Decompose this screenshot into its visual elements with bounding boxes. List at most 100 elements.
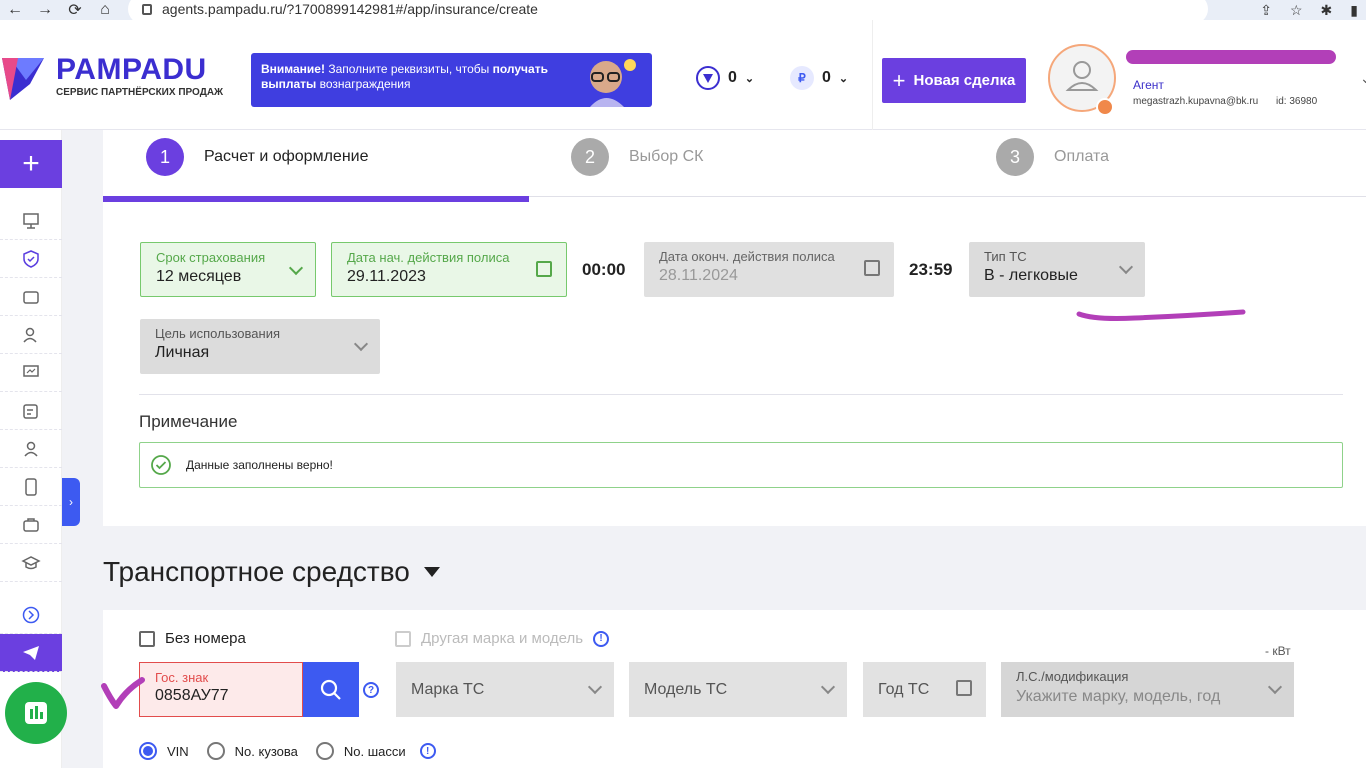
reload-icon[interactable]: ⟳ (60, 0, 90, 20)
mascot-illustration (590, 59, 636, 107)
note-title: Примечание (139, 412, 238, 431)
sidebar-item-list-add[interactable] (0, 392, 62, 430)
year-field[interactable]: Год ТС (863, 662, 986, 717)
modification-label: Л.С./модификация (1016, 669, 1129, 684)
share-icon[interactable]: ⇪ (1260, 2, 1272, 19)
step-2-label: Выбор СК (629, 148, 704, 165)
new-deal-button[interactable]: + Новая сделка (882, 58, 1026, 103)
note-divider (139, 394, 1343, 395)
plate-number-label: Гос. знак (155, 670, 209, 685)
logo[interactable]: PAMPADU СЕРВИС ПАРТНЁРСКИХ ПРОДАЖ (0, 50, 223, 102)
shield-counter-value: 0 (728, 69, 737, 86)
vehicle-section-header[interactable]: Транспортное средство (103, 556, 440, 588)
step-3[interactable]: 3 Оплата (996, 138, 1109, 176)
info-icon[interactable]: ! (419, 743, 436, 759)
vehicle-type-select[interactable]: Тип ТС B - легковые (969, 242, 1145, 297)
insurance-term-select[interactable]: Срок страхования 12 месяцев (140, 242, 316, 297)
sidebar-item-presentation[interactable] (0, 354, 62, 392)
sidebar: + (0, 130, 67, 768)
list-add-icon (23, 403, 38, 419)
sidebar-add-button[interactable]: + (0, 140, 62, 188)
plate-search-button[interactable] (303, 662, 359, 717)
vehicle-type-label: Тип ТС (984, 249, 1027, 264)
step-2[interactable]: 2 Выбор СК (571, 138, 703, 176)
help-icon[interactable]: ? (363, 682, 379, 698)
user-menu-chevron-icon[interactable]: ⌄ (1360, 70, 1366, 87)
extensions-icon[interactable]: ✱ (1321, 2, 1333, 19)
user-search-icon (23, 327, 37, 343)
sidebar-item-education[interactable] (0, 544, 62, 582)
start-date-value: 29.11.2023 (347, 268, 426, 285)
no-plate-checkbox[interactable]: Без номера (139, 630, 246, 647)
modification-select: Л.С./модификация Укажите марку, модель, … (1001, 662, 1294, 717)
shield-counter[interactable]: 0 ⌄ (696, 66, 754, 90)
calendar-icon (864, 260, 880, 276)
checkbox-box (395, 630, 411, 647)
annotation-checkmark-scribble (101, 677, 145, 709)
modification-placeholder: Укажите марку, модель, год (1016, 688, 1221, 705)
presentation-icon (23, 364, 39, 377)
calendar-icon[interactable] (536, 261, 552, 277)
note-text: Данные заполнены верно! (186, 458, 333, 472)
plate-number-value: 0858АУ77 (155, 687, 229, 704)
brand-select[interactable]: Марка ТС (396, 662, 614, 717)
chat-widget-button[interactable] (5, 682, 67, 744)
radio-chassis-number[interactable] (315, 742, 334, 760)
banner-text1: Заполните реквизиты, чтобы (324, 62, 493, 76)
sidebar-item-monitor[interactable] (0, 202, 62, 240)
balance-counter-value: 0 (822, 69, 831, 86)
shield-icon (696, 66, 720, 90)
radio-body-number[interactable] (206, 742, 225, 760)
ruble-icon: ₽ (790, 66, 814, 90)
browser-toolbar: ← → ⟳ ⌂ agents.pampadu.ru/?1700899142981… (0, 0, 1366, 24)
sidepanel-icon[interactable]: ▮ (1350, 2, 1358, 19)
sidebar-item-profile[interactable] (0, 430, 62, 468)
plate-number-field[interactable]: Гос. знак 0858АУ77 (139, 662, 303, 717)
sidebar-item-next[interactable] (0, 596, 62, 634)
sidebar-item-briefcase[interactable] (0, 506, 62, 544)
other-brand-label: Другая марка и модель (421, 630, 584, 647)
start-date-label: Дата нач. действия полиса (347, 250, 510, 265)
calendar-icon[interactable] (956, 680, 972, 696)
step-1[interactable]: 1 Расчет и оформление (146, 138, 368, 176)
usage-purpose-select[interactable]: Цель использования Личная (140, 319, 380, 374)
step-2-number: 2 (571, 138, 609, 176)
insurance-term-label: Срок страхования (156, 250, 266, 265)
checkbox-box (139, 630, 155, 647)
home-icon[interactable]: ⌂ (90, 1, 120, 19)
vehicle-section-title: Транспортное средство (103, 556, 410, 587)
requisites-banner[interactable]: Внимание! Заполните реквизиты, чтобы пол… (251, 53, 652, 107)
back-icon[interactable]: ← (0, 1, 30, 19)
chat-bars-icon (25, 702, 47, 724)
sidebar-item-telegram[interactable] (0, 634, 62, 672)
balance-counter[interactable]: ₽ 0 ⌄ (790, 66, 848, 90)
model-select[interactable]: Модель ТС (629, 662, 847, 717)
radio-vin[interactable] (139, 742, 157, 760)
user-email: megastrazh.kupavna@bk.ru (1133, 96, 1259, 107)
app-header: PAMPADU СЕРВИС ПАРТНЁРСКИХ ПРОДАЖ Вниман… (0, 20, 1366, 130)
usage-purpose-label: Цель использования (155, 326, 281, 341)
sidebar-item-phone[interactable] (0, 468, 62, 506)
sidebar-expand-toggle[interactable]: › (62, 478, 80, 526)
check-circle-icon (151, 455, 171, 475)
info-icon[interactable]: ! (593, 630, 610, 647)
end-date-value: 28.11.2024 (659, 267, 738, 284)
sidebar-item-clients[interactable] (0, 316, 62, 354)
banner-bold1: получать (492, 62, 548, 76)
radio-vin-label: VIN (167, 743, 189, 759)
sidebar-item-wallet[interactable] (0, 278, 62, 316)
user-role: Агент (1133, 78, 1164, 92)
forward-icon[interactable]: → (30, 1, 60, 19)
start-date-field[interactable]: Дата нач. действия полиса 29.11.2023 (331, 242, 567, 297)
banner-text2: вознаграждения (316, 77, 411, 91)
logo-subtitle: СЕРВИС ПАРТНЁРСКИХ ПРОДАЖ (56, 86, 224, 98)
monitor-icon (23, 212, 39, 229)
wallet-icon (23, 290, 39, 304)
bookmark-star-icon[interactable]: ☆ (1290, 2, 1303, 19)
sidebar-item-insurance[interactable] (0, 240, 62, 278)
header-divider (872, 20, 873, 130)
logo-title: PAMPADU (56, 52, 207, 86)
id-type-radio-group: VIN No. кузова No. шасси ! (139, 742, 436, 760)
step-1-label: Расчет и оформление (204, 148, 369, 165)
briefcase-icon (23, 517, 39, 532)
